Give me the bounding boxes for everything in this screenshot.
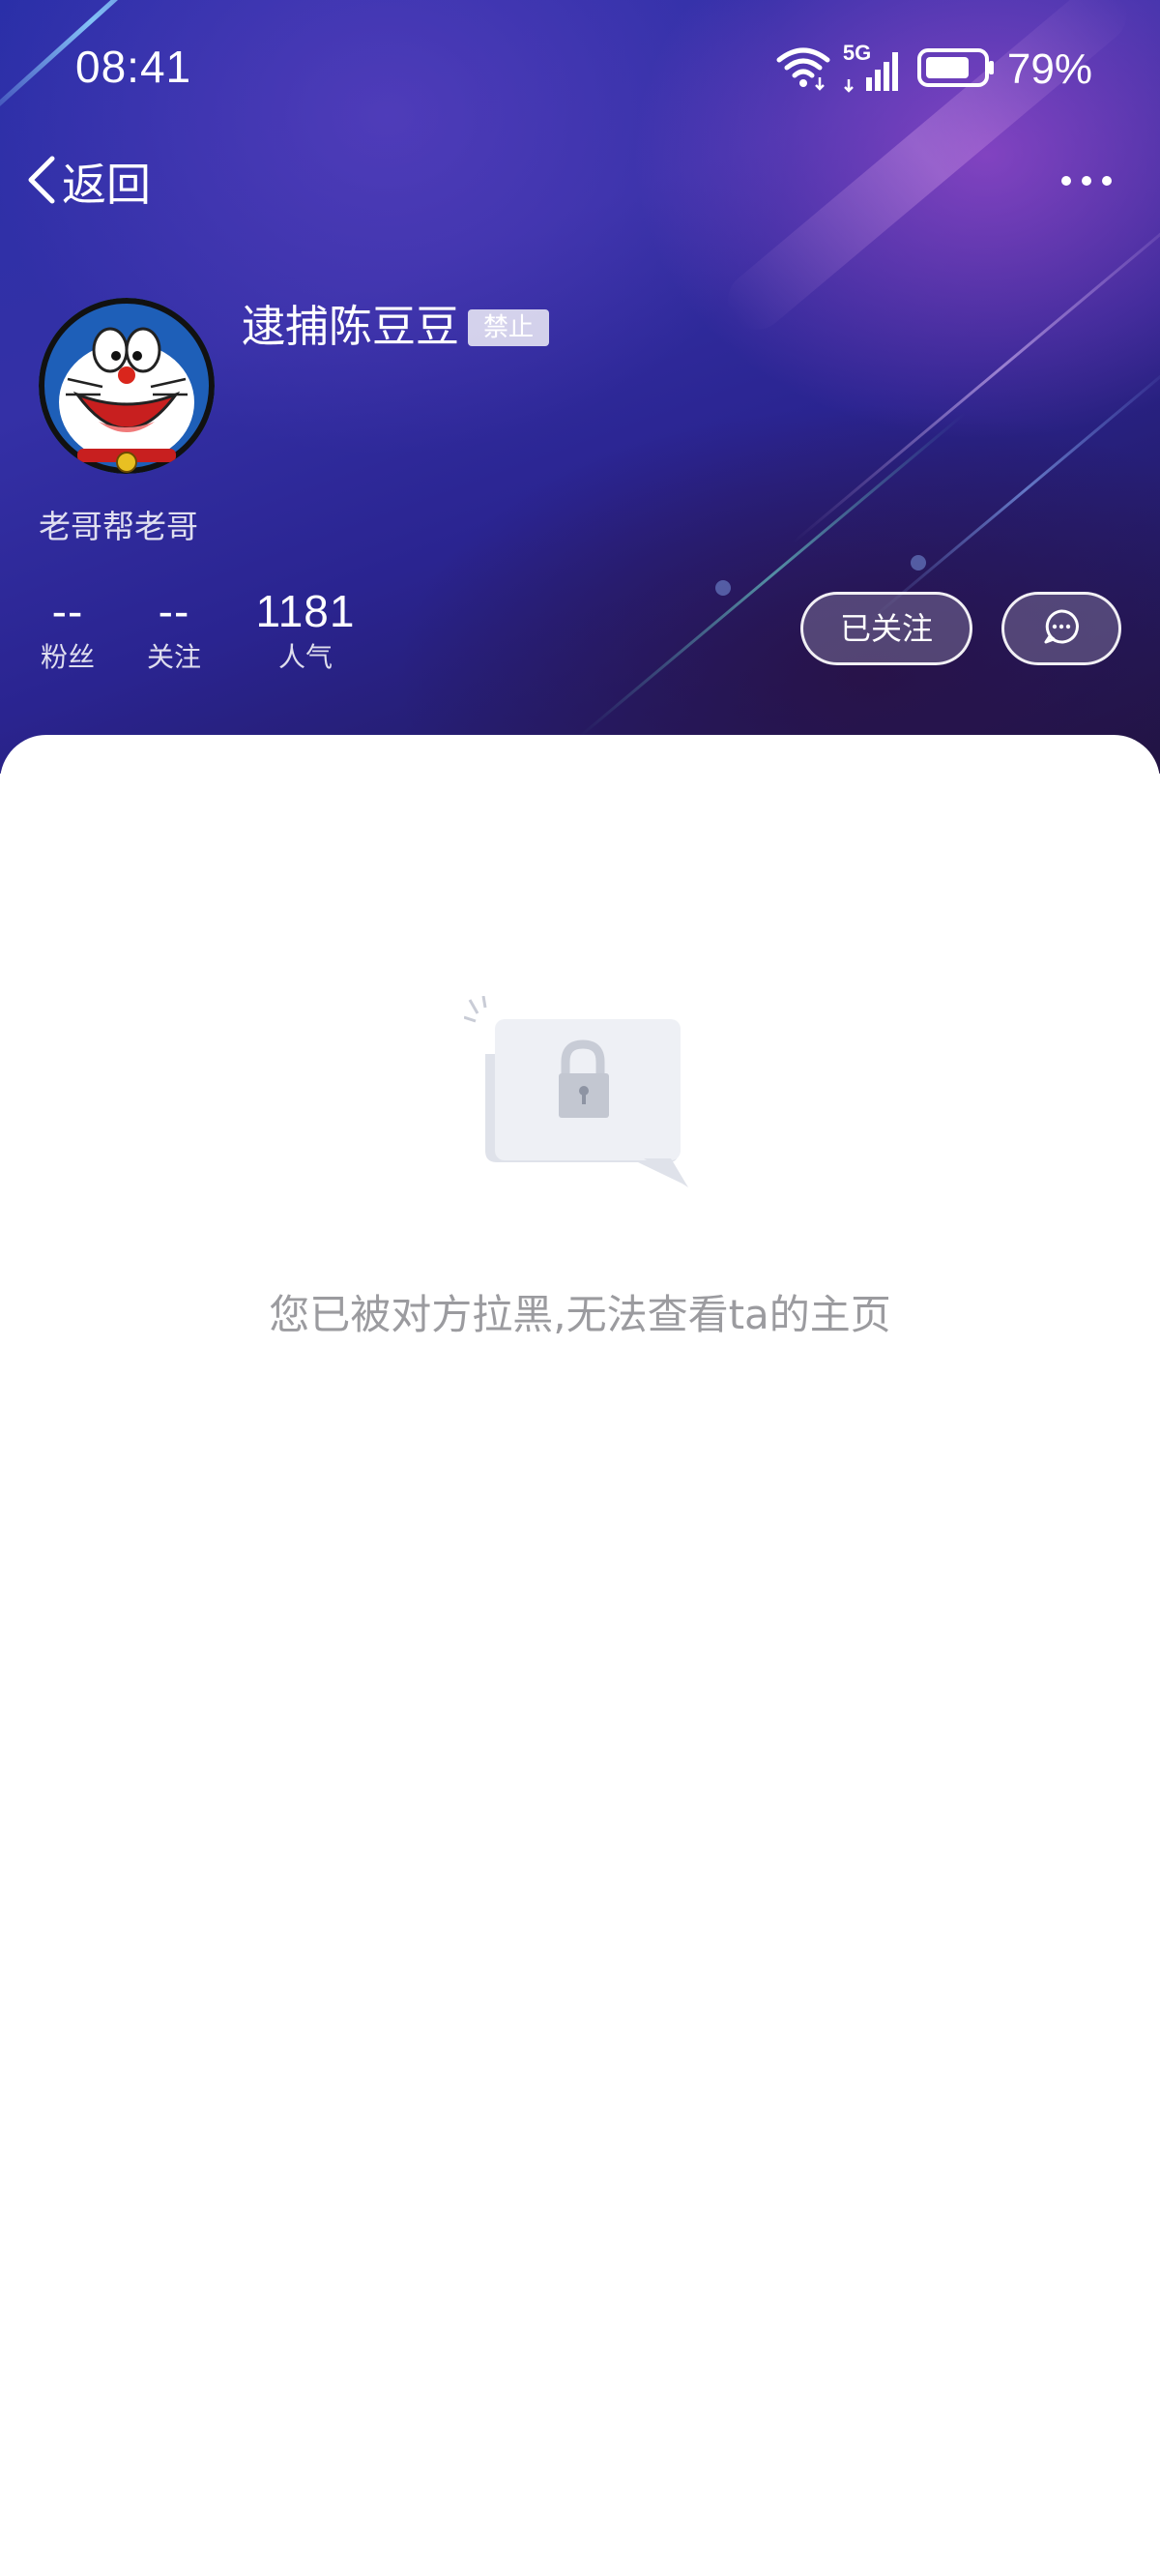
stat-popularity-label: 人气 <box>277 641 333 673</box>
username: 逮捕陈豆豆 <box>242 301 460 352</box>
stat-following[interactable]: -- 关注 <box>145 584 203 677</box>
profile-screen: 08:41 5G 79% 返回 逮捕陈豆豆 禁止 老哥帮老哥 -- 粉丝 -- … <box>0 0 1160 2576</box>
more-dots-icon <box>1059 173 1114 191</box>
doraemon-avatar <box>39 298 215 474</box>
battery-icon <box>916 46 996 93</box>
stat-following-value: -- <box>158 586 190 636</box>
avatar[interactable] <box>39 298 215 474</box>
back-label: 返回 <box>62 159 151 211</box>
stat-fans-label: 粉丝 <box>40 641 95 673</box>
stat-fans[interactable]: -- 粉丝 <box>39 584 97 677</box>
ban-status-badge: 禁止 <box>468 309 549 346</box>
battery-percent: 79% <box>1006 45 1092 93</box>
back-button[interactable]: 返回 <box>23 145 151 219</box>
stat-fans-value: -- <box>51 586 84 636</box>
stat-popularity-value: 1181 <box>255 586 356 636</box>
status-time: 08:41 <box>75 42 192 92</box>
wifi-icon <box>775 44 831 95</box>
message-button[interactable] <box>1001 592 1121 665</box>
more-options-button[interactable] <box>1052 155 1121 209</box>
blocked-illustration <box>463 995 696 1189</box>
stat-popularity: 1181 人气 <box>253 584 358 677</box>
chat-bubble-icon <box>1042 607 1081 650</box>
cellular-signal-icon: 5G <box>843 41 905 95</box>
chevron-left-icon <box>23 153 58 211</box>
stat-following-label: 关注 <box>146 641 201 673</box>
status-icons: 5G 79% <box>775 41 1092 97</box>
followed-button[interactable]: 已关注 <box>800 592 972 665</box>
blocked-message: 您已被对方拉黑,无法查看ta的主页 <box>269 1291 891 1338</box>
profile-signature: 老哥帮老哥 <box>39 508 198 545</box>
ban-badge-label: 禁止 <box>482 313 534 342</box>
